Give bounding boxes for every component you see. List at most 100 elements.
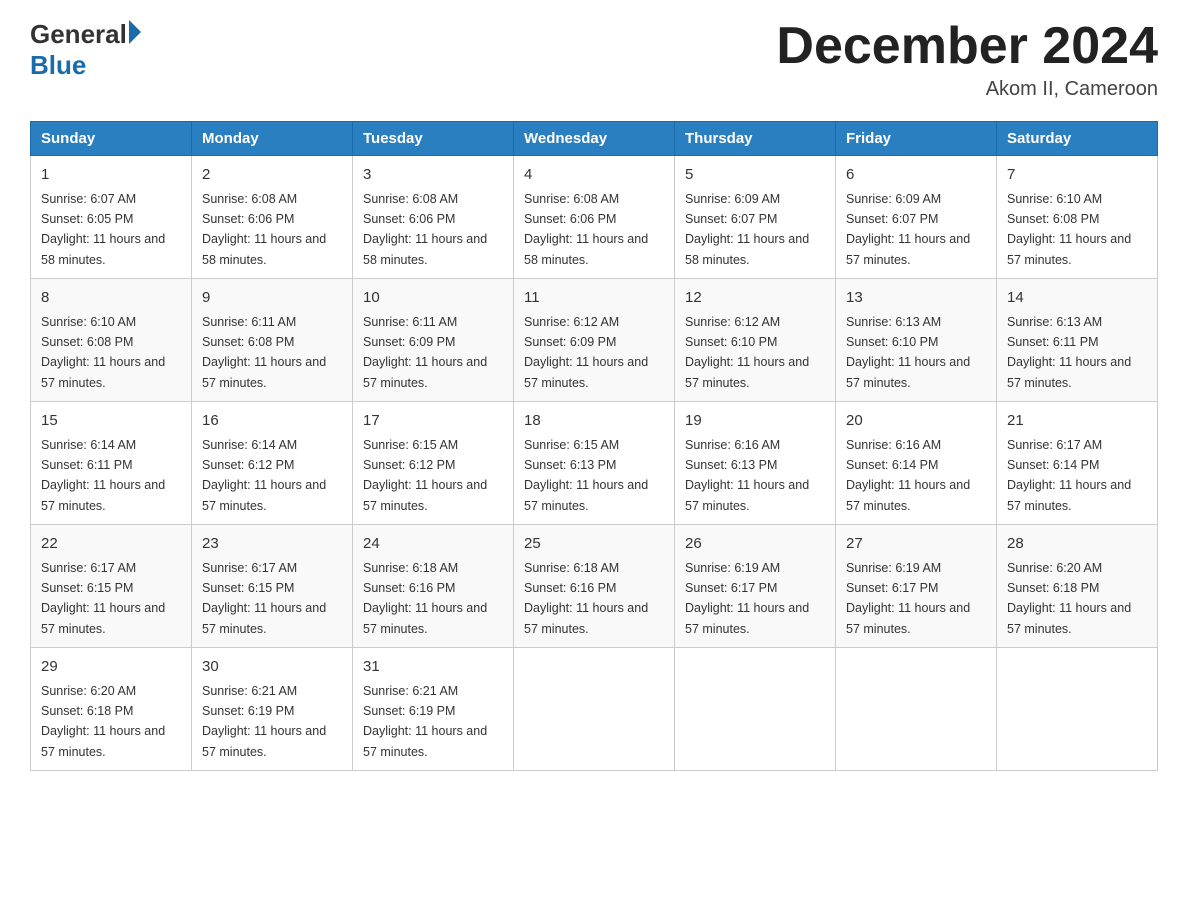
day-number: 25	[524, 533, 664, 556]
day-info: Sunrise: 6:09 AMSunset: 6:07 PMDaylight:…	[685, 192, 809, 267]
day-number: 6	[846, 164, 986, 187]
calendar-cell: 13 Sunrise: 6:13 AMSunset: 6:10 PMDayligh…	[836, 279, 997, 402]
calendar-cell: 31 Sunrise: 6:21 AMSunset: 6:19 PMDayligh…	[353, 648, 514, 771]
day-number: 28	[1007, 533, 1147, 556]
calendar-cell: 2 Sunrise: 6:08 AMSunset: 6:06 PMDaylight…	[192, 156, 353, 279]
col-header-sunday: Sunday	[31, 122, 192, 156]
logo-triangle-icon	[129, 20, 141, 44]
title-block: December 2024 Akom II, Cameroon	[776, 20, 1158, 101]
calendar-cell: 1 Sunrise: 6:07 AMSunset: 6:05 PMDaylight…	[31, 156, 192, 279]
day-info: Sunrise: 6:20 AMSunset: 6:18 PMDaylight:…	[41, 684, 165, 759]
calendar-week-row: 8 Sunrise: 6:10 AMSunset: 6:08 PMDaylight…	[31, 279, 1158, 402]
calendar-week-row: 15 Sunrise: 6:14 AMSunset: 6:11 PMDayligh…	[31, 402, 1158, 525]
calendar-cell: 7Sunrise: 6:10 AMSunset: 6:08 PMDaylight…	[997, 156, 1158, 279]
day-info: Sunrise: 6:08 AMSunset: 6:06 PMDaylight:…	[202, 192, 326, 267]
day-info: Sunrise: 6:15 AMSunset: 6:12 PMDaylight:…	[363, 438, 487, 513]
logo-blue-text: Blue	[30, 51, 141, 80]
calendar-cell: 30 Sunrise: 6:21 AMSunset: 6:19 PMDayligh…	[192, 648, 353, 771]
calendar-cell: 25 Sunrise: 6:18 AMSunset: 6:16 PMDayligh…	[514, 525, 675, 648]
day-info: Sunrise: 6:14 AMSunset: 6:12 PMDaylight:…	[202, 438, 326, 513]
day-number: 12	[685, 287, 825, 310]
day-number: 29	[41, 656, 181, 679]
calendar-cell: 24Sunrise: 6:18 AMSunset: 6:16 PMDayligh…	[353, 525, 514, 648]
calendar-cell: 28 Sunrise: 6:20 AMSunset: 6:18 PMDayligh…	[997, 525, 1158, 648]
day-info: Sunrise: 6:21 AMSunset: 6:19 PMDaylight:…	[363, 684, 487, 759]
day-info: Sunrise: 6:07 AMSunset: 6:05 PMDaylight:…	[41, 192, 165, 267]
day-info: Sunrise: 6:19 AMSunset: 6:17 PMDaylight:…	[846, 561, 970, 636]
day-number: 3	[363, 164, 503, 187]
calendar-table: SundayMondayTuesdayWednesdayThursdayFrid…	[30, 121, 1158, 771]
calendar-cell: 17Sunrise: 6:15 AMSunset: 6:12 PMDayligh…	[353, 402, 514, 525]
calendar-cell: 19 Sunrise: 6:16 AMSunset: 6:13 PMDayligh…	[675, 402, 836, 525]
day-info: Sunrise: 6:15 AMSunset: 6:13 PMDaylight:…	[524, 438, 648, 513]
day-number: 19	[685, 410, 825, 433]
page-header: General Blue December 2024 Akom II, Came…	[30, 20, 1158, 101]
calendar-cell	[836, 648, 997, 771]
day-info: Sunrise: 6:08 AMSunset: 6:06 PMDaylight:…	[524, 192, 648, 267]
calendar-cell: 12 Sunrise: 6:12 AMSunset: 6:10 PMDayligh…	[675, 279, 836, 402]
day-info: Sunrise: 6:10 AMSunset: 6:08 PMDaylight:…	[1007, 192, 1131, 267]
day-info: Sunrise: 6:11 AMSunset: 6:08 PMDaylight:…	[202, 315, 326, 390]
calendar-cell: 4Sunrise: 6:08 AMSunset: 6:06 PMDaylight…	[514, 156, 675, 279]
day-number: 30	[202, 656, 342, 679]
day-number: 1	[41, 164, 181, 187]
calendar-cell: 15 Sunrise: 6:14 AMSunset: 6:11 PMDayligh…	[31, 402, 192, 525]
calendar-cell: 21Sunrise: 6:17 AMSunset: 6:14 PMDayligh…	[997, 402, 1158, 525]
day-info: Sunrise: 6:19 AMSunset: 6:17 PMDaylight:…	[685, 561, 809, 636]
day-number: 18	[524, 410, 664, 433]
location-text: Akom II, Cameroon	[776, 78, 1158, 101]
day-info: Sunrise: 6:17 AMSunset: 6:14 PMDaylight:…	[1007, 438, 1131, 513]
calendar-cell	[997, 648, 1158, 771]
day-number: 14	[1007, 287, 1147, 310]
day-info: Sunrise: 6:13 AMSunset: 6:10 PMDaylight:…	[846, 315, 970, 390]
calendar-cell: 18 Sunrise: 6:15 AMSunset: 6:13 PMDayligh…	[514, 402, 675, 525]
day-number: 27	[846, 533, 986, 556]
calendar-cell: 20Sunrise: 6:16 AMSunset: 6:14 PMDayligh…	[836, 402, 997, 525]
day-number: 10	[363, 287, 503, 310]
calendar-cell: 9 Sunrise: 6:11 AMSunset: 6:08 PMDaylight…	[192, 279, 353, 402]
day-info: Sunrise: 6:13 AMSunset: 6:11 PMDaylight:…	[1007, 315, 1131, 390]
logo-general-text: General	[30, 20, 127, 49]
calendar-cell: 29 Sunrise: 6:20 AMSunset: 6:18 PMDayligh…	[31, 648, 192, 771]
day-info: Sunrise: 6:08 AMSunset: 6:06 PMDaylight:…	[363, 192, 487, 267]
day-info: Sunrise: 6:10 AMSunset: 6:08 PMDaylight:…	[41, 315, 165, 390]
day-number: 22	[41, 533, 181, 556]
day-info: Sunrise: 6:16 AMSunset: 6:13 PMDaylight:…	[685, 438, 809, 513]
day-number: 26	[685, 533, 825, 556]
day-number: 15	[41, 410, 181, 433]
day-info: Sunrise: 6:18 AMSunset: 6:16 PMDaylight:…	[524, 561, 648, 636]
calendar-cell: 14 Sunrise: 6:13 AMSunset: 6:11 PMDayligh…	[997, 279, 1158, 402]
calendar-cell: 22Sunrise: 6:17 AMSunset: 6:15 PMDayligh…	[31, 525, 192, 648]
col-header-friday: Friday	[836, 122, 997, 156]
day-info: Sunrise: 6:11 AMSunset: 6:09 PMDaylight:…	[363, 315, 487, 390]
day-info: Sunrise: 6:18 AMSunset: 6:16 PMDaylight:…	[363, 561, 487, 636]
day-info: Sunrise: 6:21 AMSunset: 6:19 PMDaylight:…	[202, 684, 326, 759]
day-number: 31	[363, 656, 503, 679]
month-title: December 2024	[776, 20, 1158, 72]
day-number: 16	[202, 410, 342, 433]
calendar-cell: 27 Sunrise: 6:19 AMSunset: 6:17 PMDayligh…	[836, 525, 997, 648]
calendar-week-row: 22Sunrise: 6:17 AMSunset: 6:15 PMDayligh…	[31, 525, 1158, 648]
col-header-saturday: Saturday	[997, 122, 1158, 156]
day-number: 13	[846, 287, 986, 310]
day-info: Sunrise: 6:20 AMSunset: 6:18 PMDaylight:…	[1007, 561, 1131, 636]
col-header-tuesday: Tuesday	[353, 122, 514, 156]
calendar-cell: 11Sunrise: 6:12 AMSunset: 6:09 PMDayligh…	[514, 279, 675, 402]
day-info: Sunrise: 6:12 AMSunset: 6:10 PMDaylight:…	[685, 315, 809, 390]
calendar-week-row: 29 Sunrise: 6:20 AMSunset: 6:18 PMDayligh…	[31, 648, 1158, 771]
day-number: 5	[685, 164, 825, 187]
day-number: 23	[202, 533, 342, 556]
day-number: 9	[202, 287, 342, 310]
day-number: 20	[846, 410, 986, 433]
calendar-cell	[514, 648, 675, 771]
day-number: 2	[202, 164, 342, 187]
calendar-cell: 26 Sunrise: 6:19 AMSunset: 6:17 PMDayligh…	[675, 525, 836, 648]
day-number: 8	[41, 287, 181, 310]
calendar-cell: 8 Sunrise: 6:10 AMSunset: 6:08 PMDaylight…	[31, 279, 192, 402]
calendar-cell	[675, 648, 836, 771]
day-info: Sunrise: 6:14 AMSunset: 6:11 PMDaylight:…	[41, 438, 165, 513]
calendar-cell: 6Sunrise: 6:09 AMSunset: 6:07 PMDaylight…	[836, 156, 997, 279]
calendar-header-row: SundayMondayTuesdayWednesdayThursdayFrid…	[31, 122, 1158, 156]
calendar-week-row: 1 Sunrise: 6:07 AMSunset: 6:05 PMDaylight…	[31, 156, 1158, 279]
logo: General Blue	[30, 20, 141, 79]
